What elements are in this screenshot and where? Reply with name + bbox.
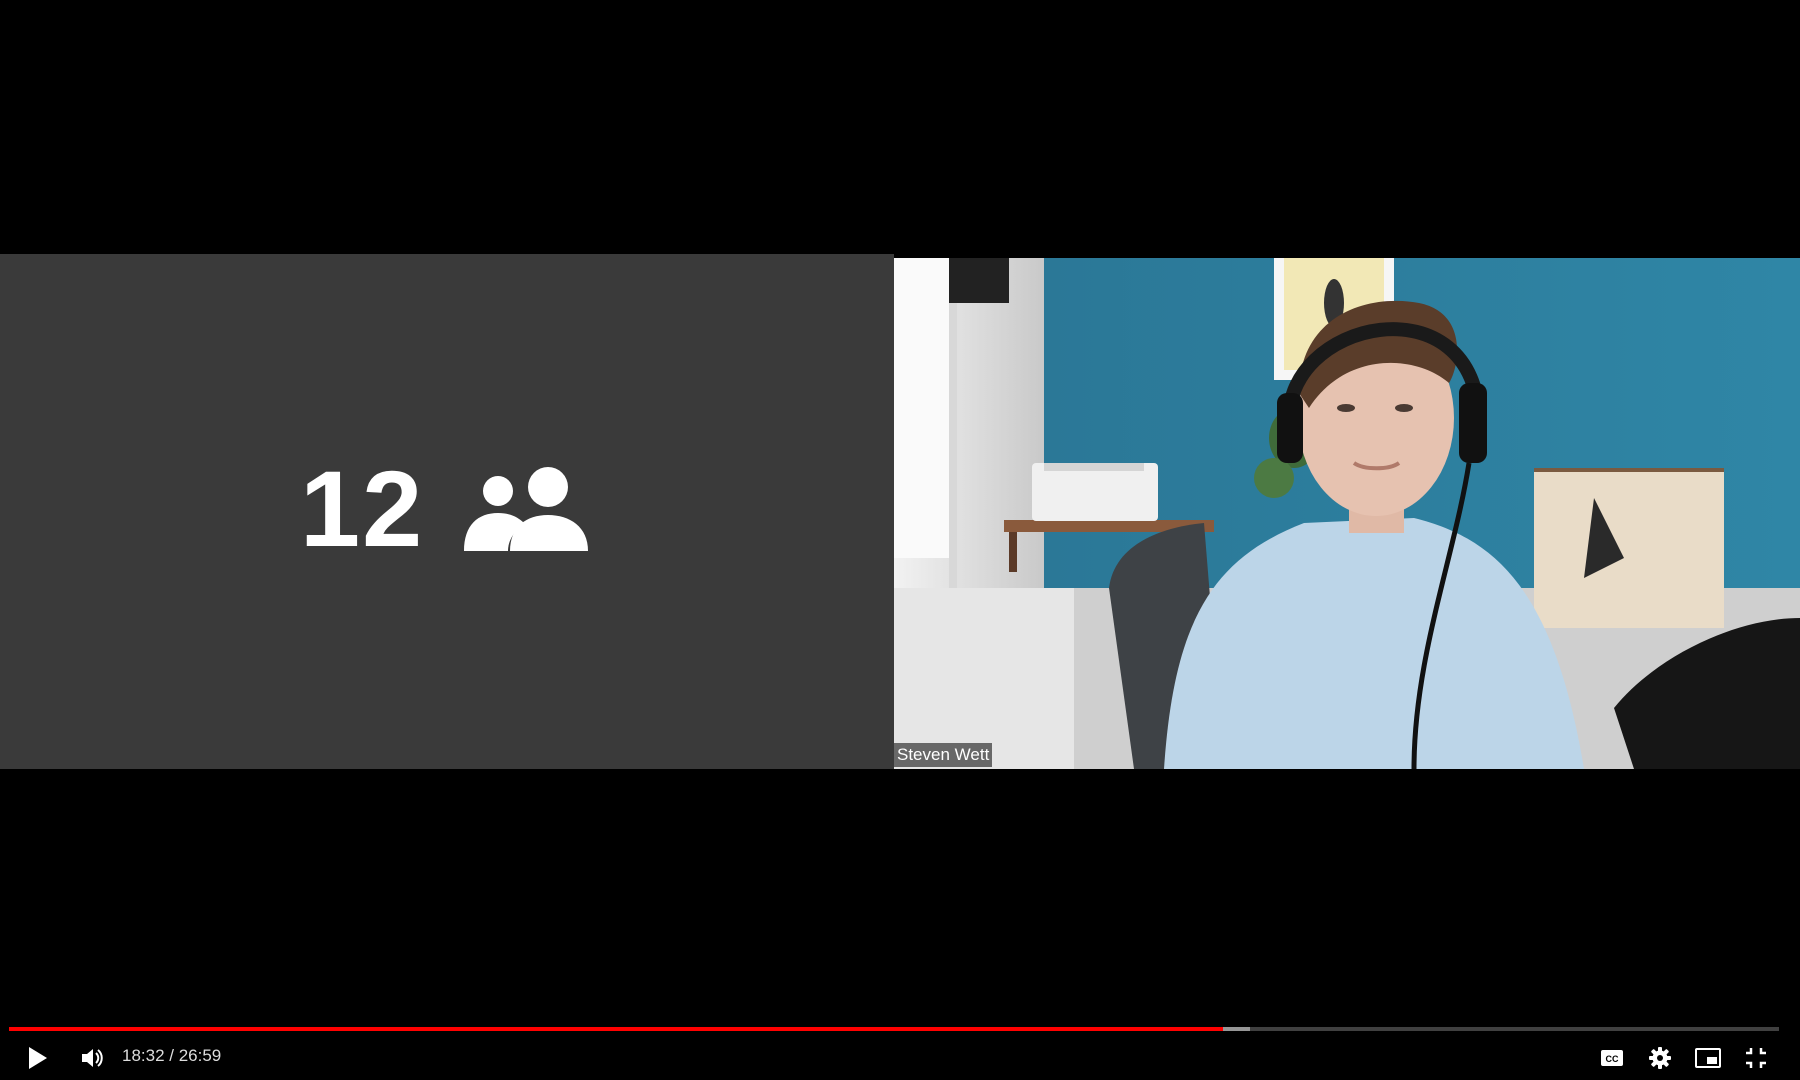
captions-button[interactable]: CC xyxy=(1594,1040,1630,1076)
svg-text:CC: CC xyxy=(1606,1054,1619,1064)
cc-icon: CC xyxy=(1601,1050,1623,1066)
participant-count-display: 12 xyxy=(300,455,590,563)
time-display: 18:32 / 26:59 xyxy=(122,1045,221,1067)
settings-button[interactable] xyxy=(1642,1040,1678,1076)
miniplayer-icon xyxy=(1695,1048,1721,1068)
speaker-name-tag: Steven Wett xyxy=(894,743,993,767)
participant-count: 12 xyxy=(300,448,425,569)
exit-fullscreen-button[interactable] xyxy=(1738,1040,1774,1076)
miniplayer-button[interactable] xyxy=(1690,1040,1726,1076)
volume-icon xyxy=(82,1049,103,1067)
speaker-video-frame xyxy=(894,258,1800,769)
people-group-icon xyxy=(464,467,589,551)
volume-button[interactable] xyxy=(74,1040,110,1076)
speaker-video-tile: Steven Wett xyxy=(894,258,1800,769)
progress-played xyxy=(9,1027,1224,1031)
duration: 26:59 xyxy=(178,1046,222,1065)
play-button[interactable] xyxy=(20,1040,56,1076)
gear-icon xyxy=(1649,1047,1671,1069)
progress-bar[interactable] xyxy=(9,1027,1779,1031)
player-controls xyxy=(0,1010,1800,1080)
video-stage[interactable]: 12 Steven Wett xyxy=(0,0,1800,1080)
current-time: 18:32 xyxy=(122,1046,165,1065)
exit-fullscreen-icon xyxy=(1746,1048,1766,1068)
time-separator: / xyxy=(164,1046,179,1065)
play-icon xyxy=(29,1047,47,1069)
